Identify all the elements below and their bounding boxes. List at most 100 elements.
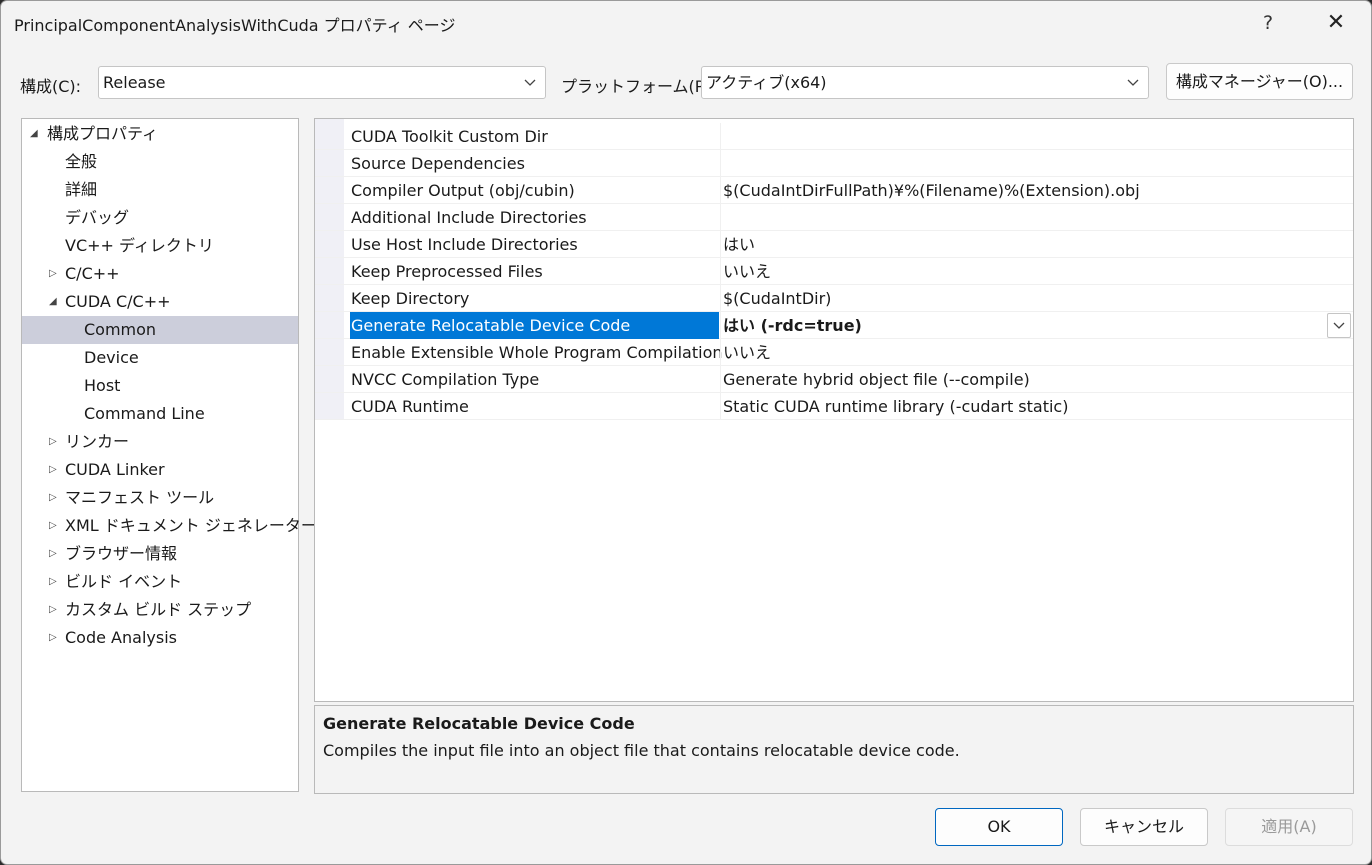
tree-item[interactable]: ▷ XML ドキュメント ジェネレーター [22,512,317,540]
chevron-down-icon [1333,322,1345,329]
property-value[interactable] [720,150,1353,177]
tree-item[interactable]: 詳細 [22,176,298,204]
platform-dropdown[interactable]: アクティブ(x64) [701,66,1149,99]
property-name[interactable]: Generate Relocatable Device Code [350,312,719,339]
property-value-text: いいえ [723,262,772,281]
tree-item[interactable]: Device [22,344,298,372]
property-value[interactable]: $(CudaIntDirFullPath)¥%(Filename)%(Exten… [720,177,1353,204]
property-value[interactable]: いいえ [720,339,1353,366]
apply-button[interactable]: 適用(A) [1225,808,1353,846]
property-grid[interactable]: CUDA Toolkit Custom Dir Source Dependenci… [314,118,1354,702]
property-value[interactable]: いいえ [720,258,1353,285]
property-value[interactable]: Static CUDA runtime library (-cudart sta… [720,393,1353,420]
property-name[interactable]: Keep Directory [350,285,719,312]
tree-item[interactable]: ▷ Code Analysis [22,624,298,652]
property-row[interactable]: Generate Relocatable Device Code はい (-rdc… [315,312,1353,339]
tree-item-label: カスタム ビルド ステップ [65,600,252,619]
tree-item-label: 全般 [65,152,98,171]
tree-item[interactable]: VC++ ディレクトリ [22,232,298,260]
ok-button[interactable]: OK [935,808,1063,846]
property-row[interactable]: Source Dependencies [315,150,1353,177]
help-button[interactable]: ? [1250,3,1286,43]
tree-item-label: C/C++ [65,264,120,283]
cancel-button[interactable]: キャンセル [1080,808,1208,846]
property-name[interactable]: NVCC Compilation Type [350,366,719,393]
chevron-down-icon [524,79,536,86]
property-row[interactable]: CUDA Runtime Static CUDA runtime library … [315,393,1353,420]
collapsed-arrow-icon[interactable]: ▷ [49,624,61,652]
title-bar: PrincipalComponentAnalysisWithCuda プロパティ… [1,1,1371,47]
tree-item-label: CUDA Linker [65,460,165,479]
collapsed-arrow-icon[interactable]: ▷ [49,540,61,568]
tree-item-label: XML ドキュメント ジェネレーター [65,516,317,535]
property-row[interactable]: Additional Include Directories [315,204,1353,231]
close-button[interactable]: ✕ [1313,3,1359,43]
tree-item[interactable]: ▷ CUDA Linker [22,456,298,484]
property-value-text: いいえ [723,343,772,362]
property-name[interactable]: Additional Include Directories [350,204,719,231]
tree-item-label: ブラウザー情報 [65,544,178,563]
tree-item-label: デバッグ [65,208,130,227]
tree-item[interactable]: ▷ ビルド イベント [22,568,298,596]
property-value[interactable]: はい (-rdc=true) [720,312,1353,339]
property-value-text: Static CUDA runtime library (-cudart sta… [723,397,1069,416]
property-value-text: Generate hybrid object file (--compile) [723,370,1030,389]
tree-item-label: CUDA C/C++ [65,292,171,311]
tree-item[interactable]: ◢ 構成プロパティ [22,120,298,148]
property-value[interactable]: Generate hybrid object file (--compile) [720,366,1353,393]
chevron-down-icon [1127,79,1139,86]
tree-item[interactable]: ▷ C/C++ [22,260,298,288]
tree-item[interactable]: Command Line [22,400,298,428]
tree-item[interactable]: Common [22,316,298,344]
property-row[interactable]: Enable Extensible Whole Program Compilat… [315,339,1353,366]
property-row[interactable]: Use Host Include Directories はい [315,231,1353,258]
tree-item-label: Common [84,320,157,339]
collapsed-arrow-icon[interactable]: ▷ [49,512,61,540]
tree-item-label: Command Line [84,404,205,423]
collapsed-arrow-icon[interactable]: ▷ [49,484,61,512]
tree-item[interactable]: ▷ リンカー [22,428,298,456]
tree-item-label: VC++ ディレクトリ [65,236,214,255]
property-value-text: はい (-rdc=true) [723,316,862,335]
property-value[interactable]: $(CudaIntDir) [720,285,1353,312]
property-row[interactable]: Compiler Output (obj/cubin) $(CudaIntDirF… [315,177,1353,204]
tree-item-label: 詳細 [65,180,98,199]
property-value[interactable]: はい [720,231,1353,258]
configuration-value: Release [103,73,166,92]
property-row[interactable]: NVCC Compilation Type Generate hybrid obj… [315,366,1353,393]
tree-item[interactable]: ◢ CUDA C/C++ [22,288,298,316]
property-value[interactable] [720,123,1353,150]
collapsed-arrow-icon[interactable]: ▷ [49,260,61,288]
property-row[interactable]: Keep Directory $(CudaIntDir) [315,285,1353,312]
property-row[interactable]: CUDA Toolkit Custom Dir [315,123,1353,150]
collapsed-arrow-icon[interactable]: ▷ [49,428,61,456]
collapsed-arrow-icon[interactable]: ▷ [49,568,61,596]
property-value-text: $(CudaIntDirFullPath)¥%(Filename)%(Exten… [723,181,1140,200]
property-value[interactable] [720,204,1353,231]
collapsed-arrow-icon[interactable]: ▷ [49,456,61,484]
property-name[interactable]: Source Dependencies [350,150,719,177]
tree-item[interactable]: ▷ ブラウザー情報 [22,540,298,568]
property-name[interactable]: Use Host Include Directories [350,231,719,258]
tree-item[interactable]: 全般 [22,148,298,176]
tree-item[interactable]: デバッグ [22,204,298,232]
expanded-arrow-icon[interactable]: ◢ [49,288,61,316]
property-name[interactable]: Compiler Output (obj/cubin) [350,177,719,204]
tree-item[interactable]: ▷ マニフェスト ツール [22,484,298,512]
tree-item[interactable]: Host [22,372,298,400]
configuration-manager-button[interactable]: 構成マネージャー(O)... [1166,63,1353,100]
value-dropdown-button[interactable] [1327,313,1351,338]
tree-item-label: Host [84,376,121,395]
property-name[interactable]: CUDA Runtime [350,393,719,420]
configuration-dropdown[interactable]: Release [98,66,546,99]
property-name[interactable]: CUDA Toolkit Custom Dir [350,123,719,150]
property-row[interactable]: Keep Preprocessed Files いいえ [315,258,1353,285]
tree-item[interactable]: ▷ カスタム ビルド ステップ [22,596,298,624]
tree-item-label: リンカー [65,432,130,451]
property-tree[interactable]: ◢ 構成プロパティ 全般 詳細 デバッグ VC++ ディレクトリ ▷ C/C++ ◢ CUDA C… [21,118,317,792]
property-name[interactable]: Keep Preprocessed Files [350,258,719,285]
expanded-arrow-icon[interactable]: ◢ [30,120,42,148]
collapsed-arrow-icon[interactable]: ▷ [49,596,61,624]
description-text: Compiles the input file into an object f… [323,741,960,760]
property-name[interactable]: Enable Extensible Whole Program Compilat… [350,339,723,366]
